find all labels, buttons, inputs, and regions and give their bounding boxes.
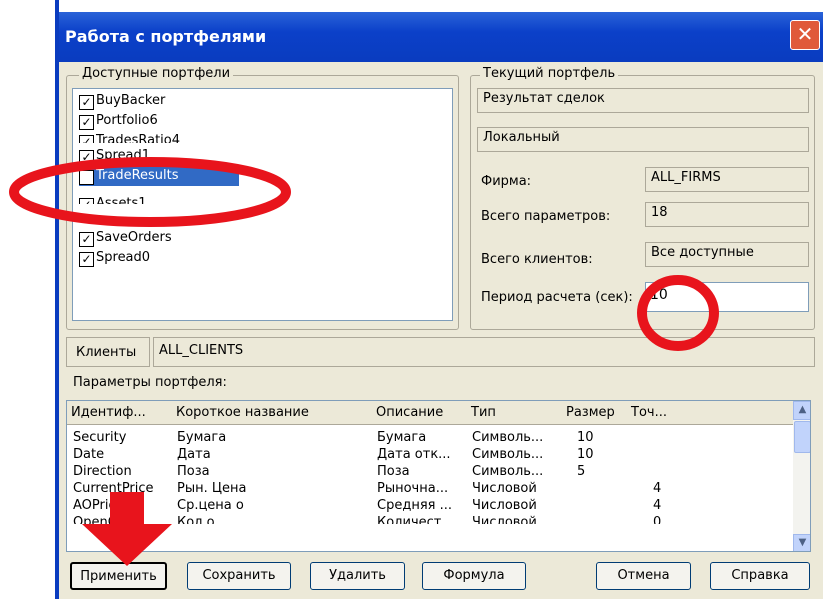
red-down-arrow-annotation <box>82 492 172 566</box>
red-circle-annotation <box>637 275 719 351</box>
red-ellipse-annotation <box>9 157 291 227</box>
annotation-overlay <box>9 157 719 566</box>
